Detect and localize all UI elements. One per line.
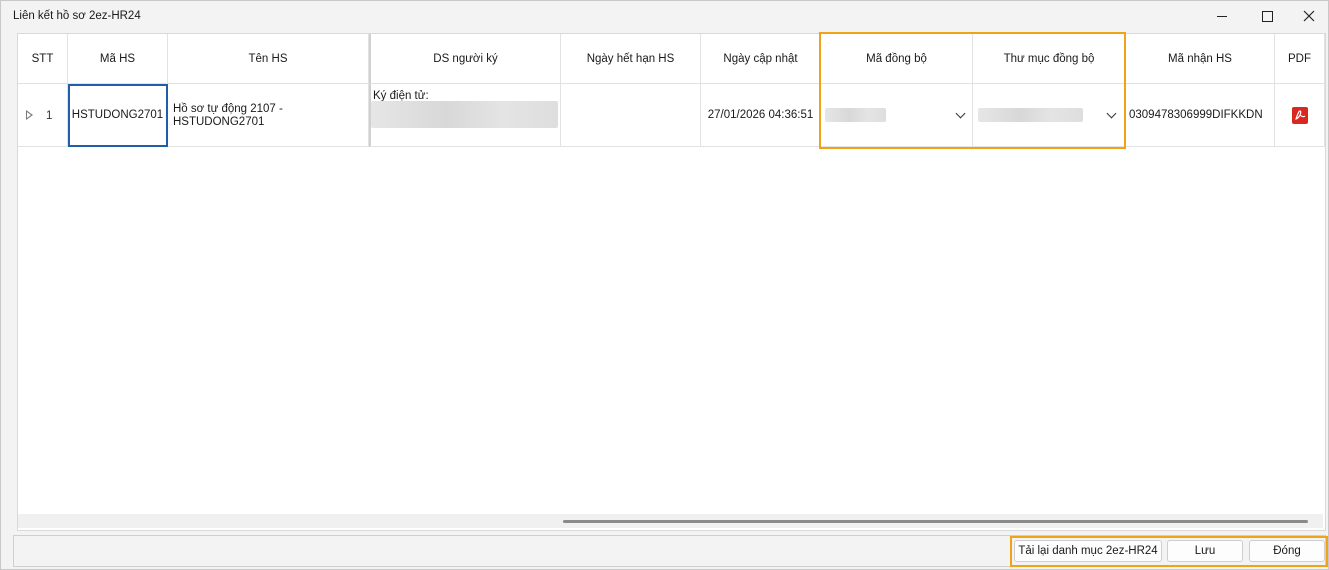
acrobat-icon — [1294, 109, 1305, 120]
header-ma-nhan-hs[interactable]: Mã nhận HS — [1126, 34, 1275, 84]
cell-ngay-het-han[interactable] — [561, 84, 701, 147]
cell-ten-hs[interactable]: Hồ sơ tự động 2107 - HSTUDONG2701 — [168, 84, 369, 147]
ten-hs-line1: Hồ sơ tự động 2107 - — [173, 103, 283, 115]
row-number: 1 — [46, 110, 53, 122]
chevron-down-icon[interactable] — [955, 108, 966, 119]
cell-pdf[interactable] — [1275, 84, 1325, 147]
signer-redacted — [371, 101, 558, 128]
pdf-icon[interactable] — [1291, 106, 1308, 124]
close-icon — [1303, 10, 1315, 22]
ma-hs-value: HSTUDONG2701 — [71, 109, 164, 121]
header-ten-hs[interactable]: Tên HS — [168, 34, 369, 84]
chevron-down-icon[interactable] — [1106, 108, 1117, 119]
header-ngay-cap-nhat[interactable]: Ngày cập nhật — [701, 34, 821, 84]
header-ma-dong-bo[interactable]: Mã đồng bộ — [821, 34, 973, 84]
thu-muc-redacted — [978, 108, 1083, 122]
table-row-stt-cell[interactable]: 1 — [18, 84, 68, 147]
maximize-icon — [1261, 10, 1273, 22]
maximize-button[interactable] — [1244, 1, 1290, 31]
header-thu-muc-dong-bo[interactable]: Thư mục đồng bộ — [973, 34, 1126, 84]
minimize-icon — [1217, 15, 1227, 17]
close-window-button[interactable] — [1286, 1, 1329, 31]
window-title: Liên kết hồ sơ 2ez-HR24 — [13, 10, 141, 22]
header-stt[interactable]: STT — [18, 34, 68, 84]
reload-catalog-button[interactable]: Tải lại danh mục 2ez-HR24 — [1014, 540, 1162, 562]
horizontal-scroll-thumb[interactable] — [563, 520, 1308, 523]
ma-dong-bo-dropdown[interactable] — [821, 84, 973, 147]
ma-nhan-hs-value: 0309478306999DIFKKDN — [1129, 109, 1263, 121]
ma-dong-bo-redacted — [825, 108, 886, 122]
ngay-cap-nhat-value: 27/01/2026 04:36:51 — [707, 109, 814, 121]
save-button[interactable]: Lưu — [1167, 540, 1243, 562]
dialog-window: Liên kết hồ sơ 2ez-HR24 STT Mã HS Tên HS… — [0, 0, 1329, 570]
data-grid[interactable]: STT Mã HS Tên HS DS người ký Ngày hết hạ… — [17, 33, 1326, 531]
cell-ngay-cap-nhat[interactable]: 27/01/2026 04:36:51 — [701, 84, 821, 147]
cell-ma-hs[interactable]: HSTUDONG2701 — [68, 84, 168, 147]
minimize-button[interactable] — [1199, 1, 1245, 31]
header-ds-nguoi-ky[interactable]: DS người ký — [369, 34, 561, 84]
header-pdf[interactable]: PDF — [1275, 34, 1325, 84]
cell-ds-nguoi-ky[interactable]: Ký điện tử: — [369, 84, 561, 147]
header-ngay-het-han[interactable]: Ngày hết hạn HS — [561, 34, 701, 84]
cell-ma-nhan-hs[interactable]: 0309478306999DIFKKDN — [1126, 84, 1275, 147]
thu-muc-dong-bo-dropdown[interactable] — [973, 84, 1126, 147]
close-button[interactable]: Đóng — [1249, 540, 1325, 562]
ten-hs-line2: HSTUDONG2701 — [173, 116, 265, 128]
header-ma-hs[interactable]: Mã HS — [68, 34, 168, 84]
expand-row-icon[interactable] — [26, 110, 33, 120]
title-bar: Liên kết hồ sơ 2ez-HR24 — [1, 1, 1328, 31]
